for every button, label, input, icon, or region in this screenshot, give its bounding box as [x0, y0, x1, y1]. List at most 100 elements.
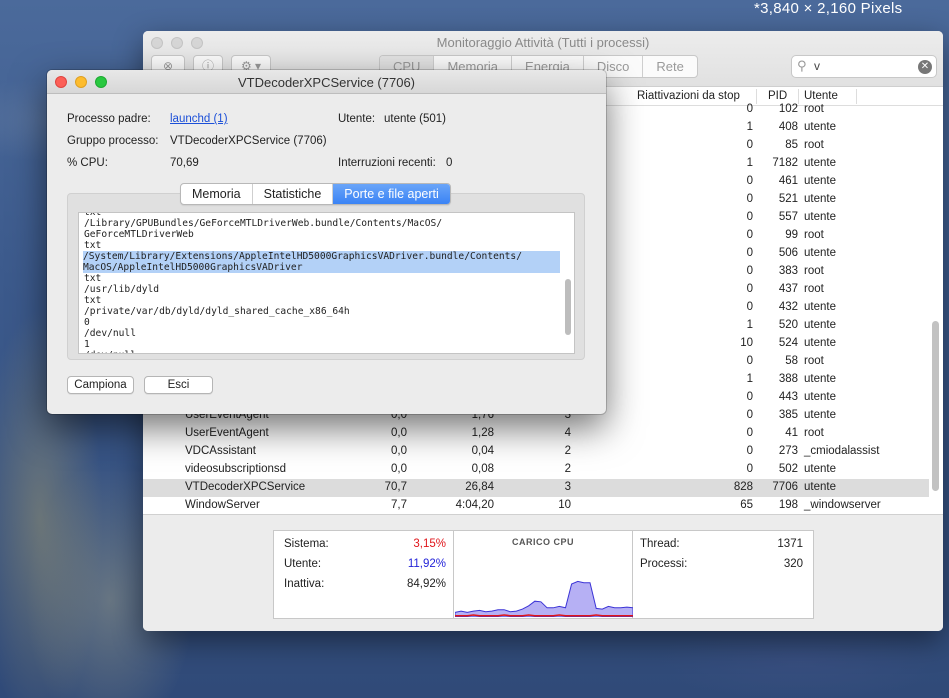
threads-value: 10 — [558, 499, 571, 511]
threads-value: 2 — [564, 463, 571, 475]
system-load-line — [455, 614, 633, 617]
utente-value: 11,92% — [407, 558, 446, 570]
inspector-tabs: Memoria Statistiche Porte e file aperti — [180, 183, 451, 205]
pid-value: 85 — [785, 139, 798, 151]
wake-value: 0 — [746, 427, 753, 439]
open-file-entry[interactable]: 0 — [84, 317, 560, 328]
user-value: utente — [804, 121, 836, 133]
process-group-label: Gruppo processo: — [67, 135, 159, 147]
open-file-entry[interactable]: 1 — [84, 339, 560, 350]
user-value: utente — [804, 247, 836, 259]
wake-value: 0 — [746, 103, 753, 115]
pid-value: 385 — [778, 409, 798, 421]
sistema-label: Sistema: — [284, 538, 329, 550]
user-value: utente — [804, 319, 836, 331]
open-file-entry[interactable]: txt — [84, 273, 560, 284]
cpu-load-title: CARICO CPU — [511, 537, 574, 547]
open-files-list[interactable]: txt/Library/GPUBundles/GeForceMTLDriverW… — [78, 212, 575, 354]
user-value: root — [804, 355, 824, 367]
screen-size-label: *3,840 × 2,160 Pixels — [754, 0, 903, 17]
table-scrollbar[interactable] — [932, 321, 939, 491]
user-load-area — [455, 580, 633, 617]
cpu-load-chart — [455, 580, 633, 617]
pid-value: 437 — [778, 283, 798, 295]
open-file-entry[interactable]: /System/Library/Extensions/AppleIntelHD5… — [83, 251, 560, 262]
process-name: UserEventAgent — [185, 427, 269, 439]
wake-value: 1 — [746, 373, 753, 385]
pid-value: 506 — [778, 247, 798, 259]
open-file-entry[interactable]: /dev/null — [84, 328, 560, 339]
parent-process-link[interactable]: launchd (1) — [170, 113, 228, 125]
pid-value: 41 — [785, 427, 798, 439]
cpu-percent-label: % CPU: — [67, 157, 108, 169]
inattiva-value: 84,92% — [406, 578, 446, 590]
quit-button[interactable]: Esci — [144, 376, 213, 394]
table-row[interactable]: VDCAssistant 0,0 0,04 2 0 273 _cmiodalassist — [143, 443, 929, 461]
pid-value: 102 — [778, 103, 798, 115]
wake-value: 0 — [746, 229, 753, 241]
pid-value: 502 — [778, 463, 798, 475]
pid-value: 273 — [778, 445, 798, 457]
threads-value: 2 — [564, 445, 571, 457]
tab-memoria[interactable]: Memoria — [181, 184, 253, 204]
user-value: utente — [804, 157, 836, 169]
table-row[interactable]: videosubscriptionsd 0,0 0,08 2 0 502 utente — [143, 461, 929, 479]
cpu-time-value: 0,08 — [471, 463, 494, 475]
user-value: utente — [804, 337, 836, 349]
pid-value: 408 — [778, 121, 798, 133]
open-file-entry[interactable]: /Library/GPUBundles/GeForceMTLDriverWeb.… — [84, 218, 560, 229]
pid-value: 521 — [778, 193, 798, 205]
pid-value: 461 — [778, 175, 798, 187]
pid-value: 557 — [778, 211, 798, 223]
recent-interrupts-label: Interruzioni recenti: — [338, 157, 436, 169]
user-value: utente — [804, 211, 836, 223]
cpu-value: 0,0 — [391, 427, 407, 439]
clear-search-icon[interactable]: ✕ — [918, 60, 932, 74]
user-value: root — [804, 139, 824, 151]
cpu-value: 7,7 — [391, 499, 407, 511]
pid-value: 198 — [778, 499, 798, 511]
wake-value: 0 — [746, 445, 753, 457]
inspector-title: VTDecoderXPCService (7706) — [237, 75, 416, 90]
cpu-value: 0,0 — [391, 463, 407, 475]
user-value: _windowserver — [804, 499, 881, 511]
user-value: utente — [804, 463, 836, 475]
process-name: videosubscriptionsd — [185, 463, 287, 475]
user-value: utente — [804, 175, 836, 187]
open-file-entry[interactable]: txt — [84, 240, 560, 251]
open-file-entry[interactable]: /usr/lib/dyld — [84, 284, 560, 295]
wake-value: 0 — [746, 175, 753, 187]
window-title: Monitoraggio Attività (Tutti i processi) — [436, 35, 650, 50]
wake-value: 0 — [746, 193, 753, 205]
table-row[interactable]: WindowServer 7,7 4:04,20 10 65 198 _windowserv… — [143, 497, 929, 515]
cpu-time-value: 26,84 — [465, 481, 494, 493]
open-file-entry[interactable]: GeForceMTLDriverWeb — [84, 229, 560, 240]
process-group-value: VTDecoderXPCService (7706) — [170, 135, 327, 147]
search-input[interactable] — [814, 59, 904, 73]
process-name: VTDecoderXPCService — [185, 481, 306, 493]
wake-value: 65 — [740, 499, 753, 511]
threads-value: 3 — [564, 481, 571, 493]
user-value: root — [804, 265, 824, 277]
inattiva-label: Inattiva: — [284, 578, 325, 590]
table-row[interactable]: VTDecoderXPCService 70,7 26,84 3 828 7706 uten… — [143, 479, 929, 497]
open-file-entry[interactable]: txt — [84, 295, 560, 306]
sample-button[interactable]: Campiona — [67, 376, 134, 394]
processi-value: 320 — [783, 558, 803, 570]
tab-porte-file-aperti[interactable]: Porte e file aperti — [333, 184, 450, 204]
cpu-time-value: 4:04,20 — [455, 499, 494, 511]
cpu-stats-panel: Sistema: 3,15% Utente: 11,92% Inattiva: … — [273, 530, 814, 619]
table-row[interactable]: UserEventAgent 0,0 1,28 4 0 41 root — [143, 425, 929, 443]
wake-value: 828 — [733, 481, 753, 493]
user-value: utente — [804, 373, 836, 385]
tab-rete[interactable]: Rete — [643, 56, 696, 77]
thread-value: 1371 — [777, 538, 803, 550]
cpu-time-value: 0,04 — [471, 445, 494, 457]
process-name: WindowServer — [185, 499, 260, 511]
open-file-entry[interactable]: /private/var/db/dyld/dyld_shared_cache_x… — [84, 306, 560, 317]
wake-value: 0 — [746, 283, 753, 295]
open-file-entry[interactable]: /dev/null — [84, 350, 560, 353]
open-file-entry[interactable]: MacOS/AppleIntelHD5000GraphicsVADriver — [83, 262, 560, 273]
file-list-scrollbar[interactable] — [565, 279, 571, 335]
tab-statistiche[interactable]: Statistiche — [253, 184, 334, 204]
